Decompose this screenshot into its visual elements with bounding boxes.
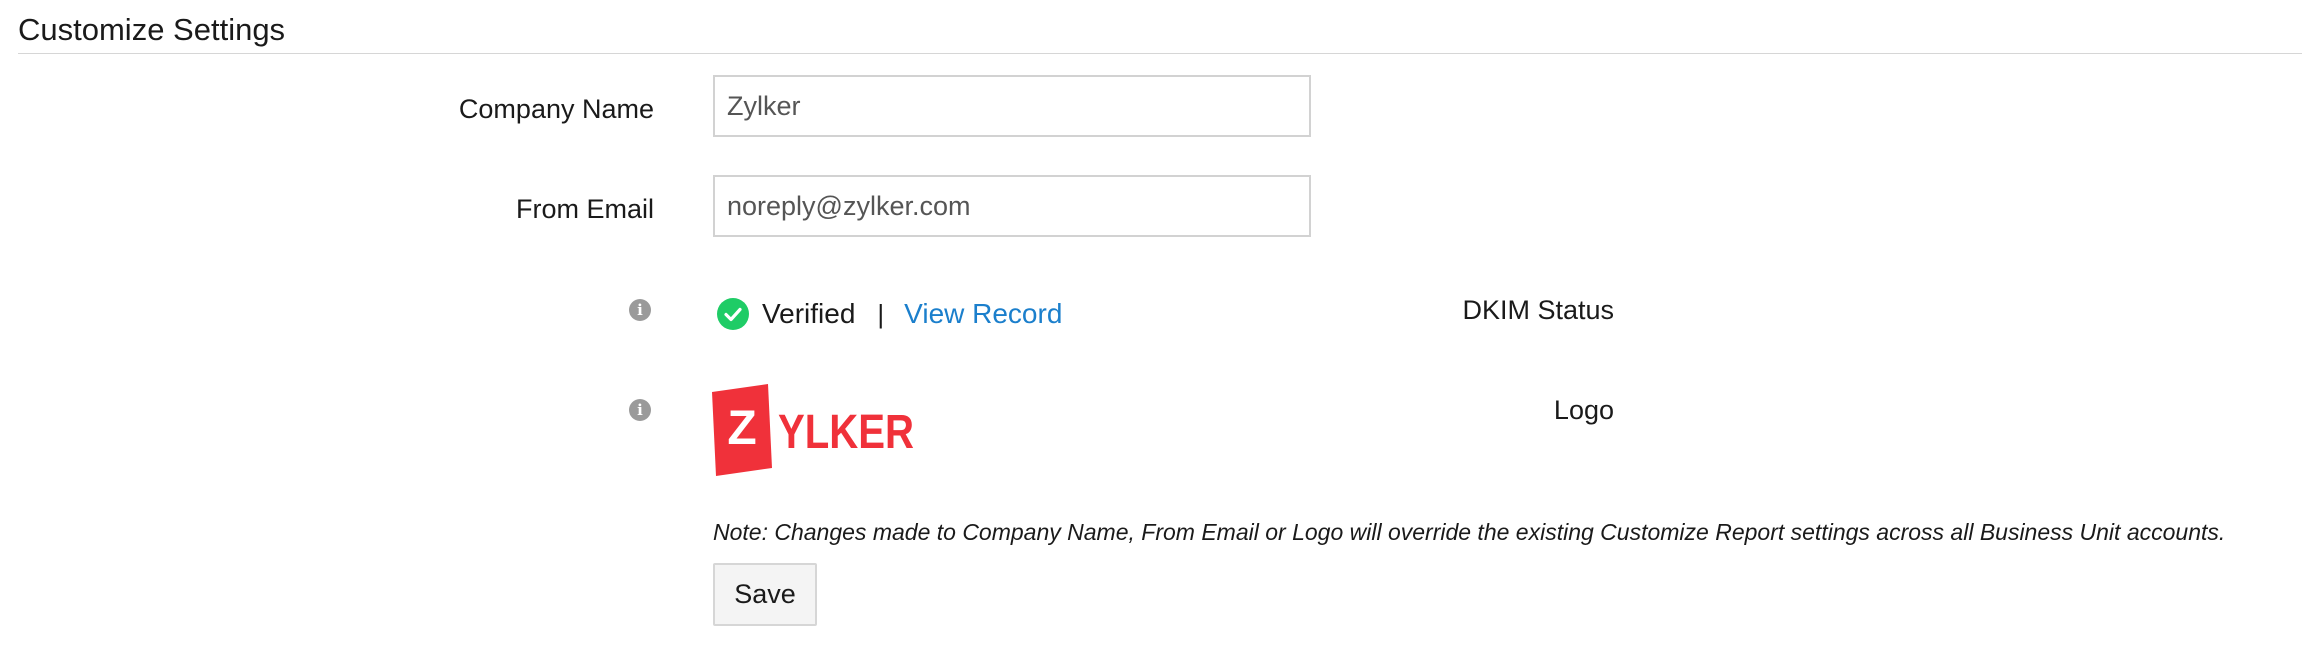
svg-text:Z: Z bbox=[727, 402, 756, 455]
title-divider bbox=[18, 53, 2302, 54]
info-icon[interactable]: i bbox=[629, 399, 651, 421]
company-name-input[interactable] bbox=[713, 75, 1311, 137]
status-separator: | bbox=[877, 298, 885, 329]
company-name-label: Company Name bbox=[458, 94, 654, 124]
dkim-status-text: Verified bbox=[762, 298, 856, 329]
svg-text:YLKER: YLKER bbox=[778, 406, 914, 459]
override-note: Note: Changes made to Company Name, From… bbox=[713, 519, 2226, 545]
save-button[interactable]: Save bbox=[713, 563, 817, 626]
check-circle-icon bbox=[717, 298, 749, 330]
from-email-input[interactable] bbox=[713, 175, 1311, 237]
logo-label: Logo bbox=[1553, 395, 1614, 425]
from-email-label: From Email bbox=[515, 194, 654, 224]
info-icon[interactable]: i bbox=[629, 299, 651, 321]
dkim-status: Verified | View Record bbox=[717, 296, 1062, 332]
dkim-status-label: DKIM Status bbox=[1462, 295, 1614, 325]
company-logo: Z YLKER bbox=[712, 384, 914, 476]
page-title: Customize Settings bbox=[18, 12, 286, 47]
view-record-link[interactable]: View Record bbox=[904, 298, 1062, 330]
